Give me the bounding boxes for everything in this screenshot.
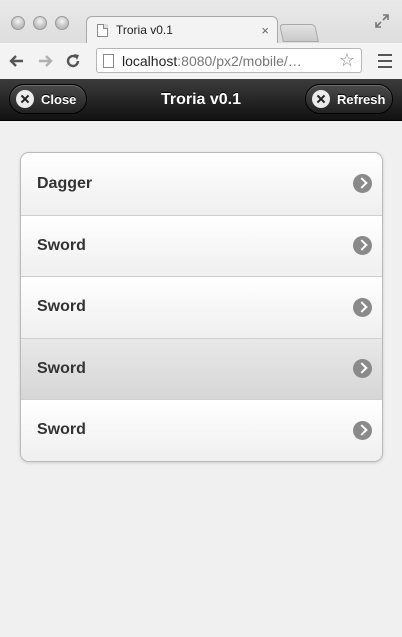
list-item-label: Dagger — [37, 174, 93, 192]
new-tab-button[interactable] — [279, 24, 319, 42]
zoom-window-button[interactable] — [55, 16, 69, 30]
forward-arrow-icon — [39, 55, 53, 67]
arrow-right-icon — [353, 236, 372, 256]
list-item-label: Sword — [37, 236, 86, 254]
delete-icon — [312, 90, 330, 108]
url-path: :8080/px2/mobile/… — [177, 52, 302, 69]
list-item[interactable]: Dagger — [21, 153, 382, 215]
address-bar[interactable]: localhost:8080/px2/mobile/… ☆ — [96, 48, 362, 73]
tab-title: Troria v0.1 — [116, 23, 173, 37]
browser-toolbar: localhost:8080/px2/mobile/… ☆ — [0, 43, 402, 79]
content-area: Dagger Sword Sword Sword Sword — [0, 121, 402, 637]
reload-button[interactable] — [62, 50, 84, 72]
close-button-label: Close — [41, 91, 77, 107]
arrow-right-icon — [353, 420, 372, 440]
forward-button[interactable] — [34, 50, 56, 72]
delete-icon — [16, 90, 34, 108]
browser-menu-icon[interactable] — [378, 54, 392, 68]
window-controls — [11, 16, 69, 30]
browser-tab[interactable]: Troria v0.1 × — [86, 16, 278, 43]
list-item-label: Sword — [37, 298, 86, 316]
list-item[interactable]: Sword — [21, 276, 382, 338]
back-button[interactable] — [6, 50, 28, 72]
close-button[interactable]: Close — [9, 84, 87, 114]
browser-chrome: Troria v0.1 × localhost:8080/px2/mobile/… — [0, 0, 402, 79]
arrow-right-icon — [353, 359, 372, 379]
tab-close-icon[interactable]: × — [261, 23, 269, 38]
page-icon — [103, 53, 114, 68]
list-item[interactable]: Sword — [21, 399, 382, 461]
refresh-button[interactable]: Refresh — [305, 84, 393, 114]
url-host: localhost — [122, 52, 178, 69]
item-list: Dagger Sword Sword Sword Sword — [20, 152, 383, 462]
list-item-label: Sword — [37, 359, 86, 377]
list-item[interactable]: Sword — [21, 214, 382, 276]
page-title: Troria v0.1 — [160, 90, 242, 108]
app-header: Close Troria v0.1 Refresh — [0, 79, 402, 121]
close-window-button[interactable] — [11, 16, 25, 30]
fullscreen-icon[interactable] — [374, 13, 390, 29]
list-item-label: Sword — [37, 421, 86, 439]
arrow-right-icon — [353, 174, 372, 194]
url-text: localhost:8080/px2/mobile/… — [122, 53, 335, 69]
refresh-button-label: Refresh — [337, 91, 386, 107]
list-item[interactable]: Sword — [21, 337, 382, 399]
arrow-right-icon — [353, 297, 372, 317]
reload-icon — [66, 54, 80, 68]
minimize-window-button[interactable] — [33, 16, 47, 30]
page-icon — [97, 23, 108, 37]
back-arrow-icon — [9, 55, 23, 67]
bookmark-star-icon[interactable]: ☆ — [339, 50, 355, 71]
